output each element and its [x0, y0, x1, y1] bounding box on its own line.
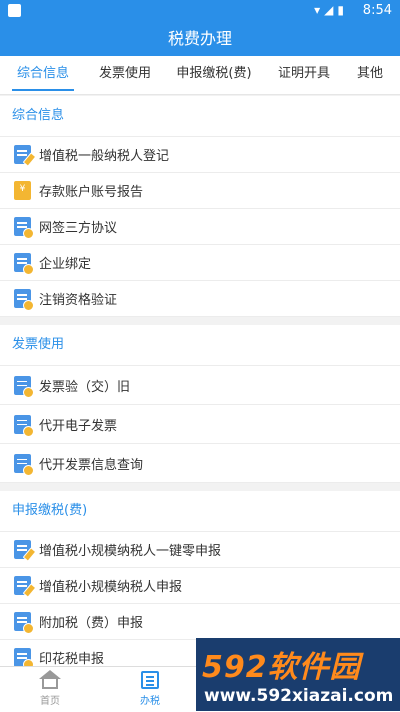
document-check-icon — [14, 612, 34, 634]
watermark-brand: 592软件园 — [202, 650, 361, 685]
document-check-icon — [14, 289, 34, 311]
document-check-icon — [14, 375, 34, 398]
list-item[interactable]: 企业绑定 — [0, 245, 400, 281]
nav-home-label: 首页 — [40, 696, 60, 707]
list-item[interactable]: 附加税（费）申报 — [0, 604, 400, 640]
notification-icon — [8, 4, 21, 17]
tab-other[interactable]: 其他 — [352, 56, 388, 94]
section-general-info: 综合信息 增值税一般纳税人登记 ¥ 存款账户账号报告 网签三方协议 企业绑定 注… — [0, 96, 400, 317]
list-item[interactable]: 代开发票信息查询 — [0, 444, 400, 483]
document-check-icon — [14, 414, 34, 437]
list-item-label: 存款账户账号报告 — [39, 185, 144, 200]
list-item[interactable]: 发票验（交）旧 — [0, 366, 400, 405]
section-title: 综合信息 — [0, 96, 400, 137]
list-item-label: 代开发票信息查询 — [39, 457, 144, 473]
list-item-label: 网签三方协议 — [39, 221, 118, 236]
document-check-icon — [14, 253, 34, 275]
tab-declare-pay[interactable]: 申报缴税(费) — [172, 56, 256, 94]
signal-wifi-battery-icons: ▾◢▮ — [314, 3, 348, 17]
list-item-label: 企业绑定 — [39, 257, 92, 272]
list-icon — [141, 671, 159, 689]
list-item-label: 增值税小规模纳税人一键零申报 — [39, 544, 222, 559]
document-check-icon — [14, 217, 34, 239]
list-item[interactable]: ¥ 存款账户账号报告 — [0, 173, 400, 209]
list-item[interactable]: 注销资格验证 — [0, 281, 400, 317]
nav-home[interactable]: 首页 — [10, 670, 90, 707]
nav-tax-label: 办税 — [140, 696, 160, 707]
document-search-icon — [14, 453, 34, 476]
list-item-label: 增值税小规模纳税人申报 — [39, 580, 183, 595]
home-icon — [39, 670, 61, 689]
status-bar: ▾◢▮ 8:54 — [0, 0, 400, 22]
list-item-label: 代开电子发票 — [39, 418, 118, 434]
section-invoice-use: 发票使用 发票验（交）旧 代开电子发票 代开发票信息查询 — [0, 325, 400, 483]
page-title: 税费办理 — [0, 22, 400, 56]
yuan-icon: ¥ — [14, 181, 31, 200]
list-item-label: 印花税申报 — [39, 652, 105, 666]
watermark-url: www.592xiazai.com — [204, 686, 394, 706]
section-title: 发票使用 — [0, 325, 400, 366]
tab-invoice-use[interactable]: 发票使用 — [94, 56, 156, 94]
form-pen-icon — [14, 540, 37, 562]
list-item-label: 附加税（费）申报 — [39, 616, 144, 631]
nav-tax[interactable]: 办税 — [110, 671, 190, 707]
tab-certificate[interactable]: 证明开具 — [273, 56, 335, 94]
list-item-label: 注销资格验证 — [39, 293, 118, 308]
tab-general-info[interactable]: 综合信息 — [12, 56, 74, 94]
form-pen-icon — [14, 576, 37, 598]
list-item-label: 增值税一般纳税人登记 — [39, 149, 170, 164]
status-time: 8:54 — [362, 3, 392, 18]
service-list[interactable]: 综合信息 增值税一般纳税人登记 ¥ 存款账户账号报告 网签三方协议 企业绑定 注… — [0, 96, 400, 666]
list-item[interactable]: 增值税小规模纳税人申报 — [0, 568, 400, 604]
category-tabs: 综合信息 发票使用 申报缴税(费) 证明开具 其他 — [0, 56, 400, 95]
list-item[interactable]: 增值税小规模纳税人一键零申报 — [0, 532, 400, 568]
list-item[interactable]: 增值税一般纳税人登记 — [0, 137, 400, 173]
list-item-label: 发票验（交）旧 — [39, 379, 131, 395]
section-title: 申报缴税(费) — [0, 491, 400, 532]
list-item[interactable]: 代开电子发票 — [0, 405, 400, 444]
document-check-icon — [14, 648, 34, 666]
form-pen-icon — [14, 145, 37, 167]
list-item[interactable]: 网签三方协议 — [0, 209, 400, 245]
watermark-logo: 592软件园 www.592xiazai.com — [196, 638, 400, 711]
